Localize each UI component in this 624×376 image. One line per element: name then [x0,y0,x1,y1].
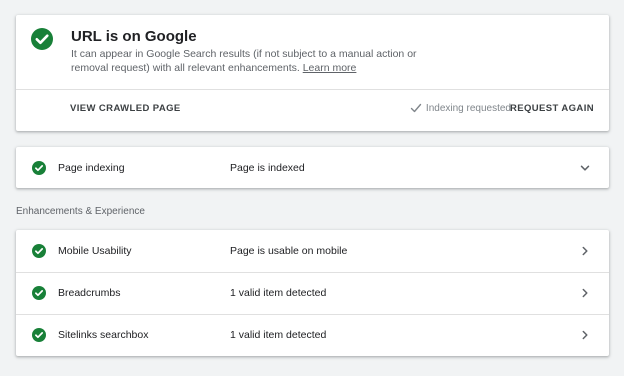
chevron-right-icon[interactable] [579,287,591,299]
check-circle-icon [32,244,46,258]
chevron-down-icon[interactable] [579,162,591,174]
status-summary: URL is on Google It can appear in Google… [16,15,609,89]
status-title: URL is on Google [71,28,197,45]
row-value: Page is usable on mobile [230,245,348,257]
check-circle-icon [32,161,46,175]
checkmark-icon [410,103,422,113]
section-heading: Enhancements & Experience [16,206,145,217]
indexing-requested-status: Indexing requested [410,102,511,114]
row-value: 1 valid item detected [230,329,327,341]
check-circle-icon [32,328,46,342]
check-circle-icon [31,28,53,50]
chevron-right-icon[interactable] [579,245,591,257]
learn-more-link[interactable]: Learn more [303,62,357,74]
enhancement-row-mobile-usability[interactable]: Mobile Usability Page is usable on mobil… [16,230,609,272]
page-indexing-row[interactable]: Page indexing Page is indexed [16,147,609,189]
status-description-text: It can appear in Google Search results (… [71,48,417,74]
row-label: Page indexing [58,162,125,174]
check-circle-icon [32,286,46,300]
row-value: 1 valid item detected [230,287,327,299]
row-label: Sitelinks searchbox [58,329,149,341]
row-label: Breadcrumbs [58,287,121,299]
enhancement-row-breadcrumbs[interactable]: Breadcrumbs 1 valid item detected [16,272,609,314]
view-crawled-page-button[interactable]: VIEW CRAWLED PAGE [70,103,181,114]
enhancements-card: Mobile Usability Page is usable on mobil… [16,230,609,356]
page-indexing-card: Page indexing Page is indexed [16,147,609,188]
divider [16,89,609,90]
row-label: Mobile Usability [58,245,132,257]
url-status-card: URL is on Google It can appear in Google… [16,15,609,131]
row-value: Page is indexed [230,162,305,174]
indexing-requested-label: Indexing requested [425,102,511,114]
request-again-button[interactable]: REQUEST AGAIN [510,103,594,114]
status-description: It can appear in Google Search results (… [71,47,451,75]
chevron-right-icon[interactable] [579,329,591,341]
enhancement-row-sitelinks-searchbox[interactable]: Sitelinks searchbox 1 valid item detecte… [16,314,609,356]
